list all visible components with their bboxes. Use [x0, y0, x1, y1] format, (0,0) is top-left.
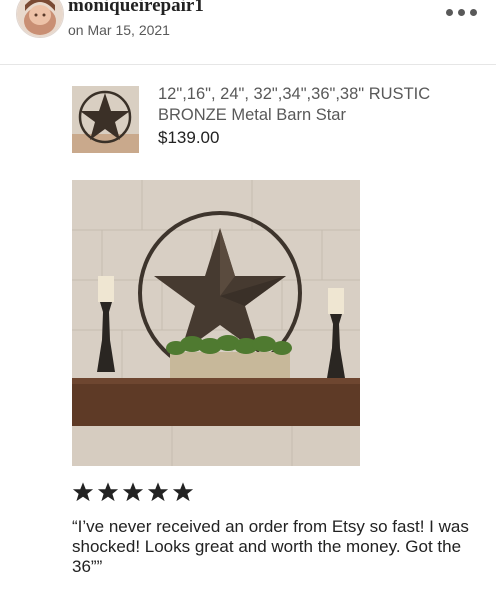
more-dot — [470, 8, 477, 16]
star-rating — [72, 481, 194, 503]
star-icon — [97, 482, 119, 502]
product-price: $139.00 — [158, 128, 220, 147]
more-dot — [446, 8, 453, 16]
review-photo[interactable] — [72, 180, 360, 466]
star-icon — [72, 482, 94, 502]
review-date: on Mar 15, 2021 — [68, 22, 170, 38]
star-icon — [122, 482, 144, 502]
product-card[interactable]: 12",16", 24", 32",34",36",38" RUSTIC BRO… — [72, 84, 472, 156]
more-dot — [458, 8, 465, 16]
review-header: moniqueirepair1 on Mar 15, 2021 — [0, 0, 496, 65]
product-title[interactable]: 12",16", 24", 32",34",36",38" RUSTIC BRO… — [158, 84, 458, 126]
review-text: “I’ve never received an order from Etsy … — [72, 517, 469, 576]
more-options-icon[interactable] — [446, 4, 482, 20]
avatar[interactable] — [16, 0, 64, 38]
star-icon — [147, 482, 169, 502]
reviewer-username[interactable]: moniqueirepair1 — [68, 0, 204, 17]
star-icon — [172, 482, 194, 502]
product-thumbnail — [72, 86, 139, 153]
